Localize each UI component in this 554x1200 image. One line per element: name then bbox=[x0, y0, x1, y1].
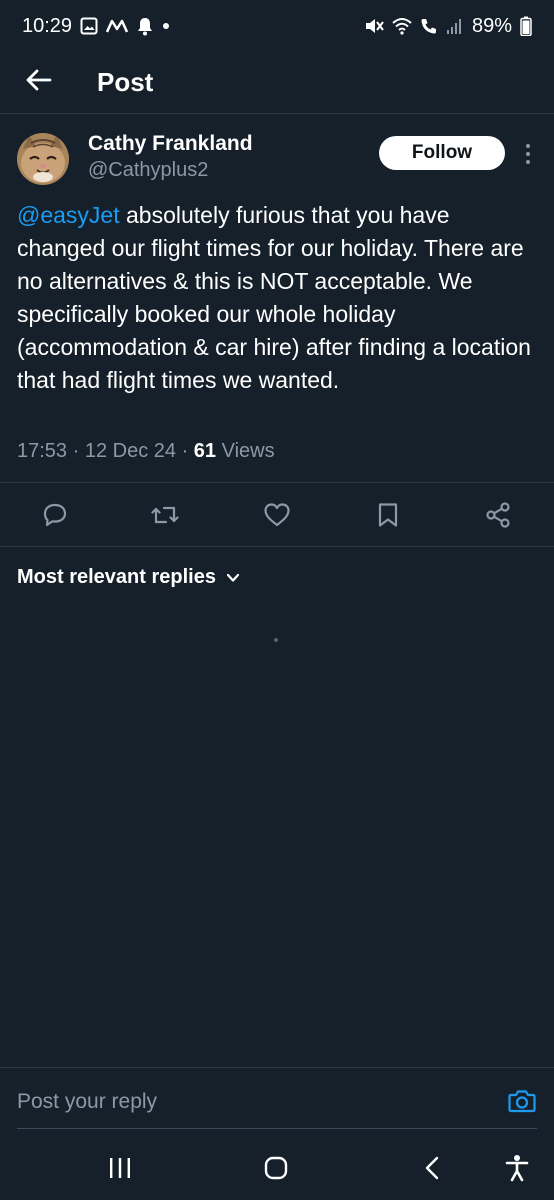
camera-icon[interactable] bbox=[508, 1088, 536, 1116]
reply-input[interactable]: Post your reply bbox=[17, 1090, 157, 1114]
post-author-row: Cathy Frankland @Cathyplus2 Follow bbox=[0, 128, 554, 190]
top-app-bar: Post bbox=[0, 52, 554, 114]
replies-sort-dropdown[interactable]: Most relevant replies bbox=[17, 566, 240, 589]
dot-icon bbox=[162, 22, 170, 30]
page-title: Post bbox=[97, 67, 154, 97]
post-meta: 17:53 · 12 Dec 24 · 61 Views bbox=[17, 440, 275, 463]
follow-button[interactable]: Follow bbox=[379, 136, 505, 170]
arrow-left-icon bbox=[26, 69, 52, 96]
mention-link[interactable]: @easyJet bbox=[17, 202, 120, 228]
meta-separator: · bbox=[176, 440, 194, 462]
avatar[interactable] bbox=[17, 133, 69, 185]
accessibility-icon[interactable] bbox=[502, 1153, 532, 1183]
share-icon[interactable] bbox=[484, 501, 512, 529]
reply-composer: Post your reply bbox=[0, 1067, 554, 1129]
replies-sort-label: Most relevant replies bbox=[17, 566, 216, 588]
wifi-call-icon bbox=[420, 17, 438, 35]
chevron-down-icon bbox=[226, 566, 240, 589]
repost-icon[interactable] bbox=[151, 501, 179, 529]
battery-icon bbox=[520, 16, 532, 36]
system-nav-bar bbox=[0, 1135, 554, 1200]
back-icon[interactable] bbox=[417, 1153, 447, 1183]
status-time: 10:29 bbox=[22, 14, 73, 37]
post-body: @easyJet absolutely furious that you hav… bbox=[17, 199, 542, 397]
reply-underline bbox=[17, 1128, 537, 1129]
gallery-icon bbox=[80, 17, 98, 35]
notification-bell-icon bbox=[136, 16, 154, 36]
wifi-icon bbox=[392, 17, 412, 35]
views-count[interactable]: 61 bbox=[194, 440, 216, 463]
post-text: absolutely furious that you have changed… bbox=[17, 202, 531, 393]
post-date: 12 Dec 24 bbox=[84, 440, 177, 462]
more-options-icon[interactable] bbox=[518, 141, 538, 167]
signal-bars-icon bbox=[446, 17, 464, 35]
back-button[interactable] bbox=[24, 68, 54, 98]
home-icon[interactable] bbox=[261, 1153, 291, 1183]
author-handle[interactable]: @Cathyplus2 bbox=[88, 159, 208, 182]
status-left: 10:29 bbox=[22, 15, 170, 38]
recents-icon[interactable] bbox=[105, 1153, 135, 1183]
status-right: 89% bbox=[364, 15, 532, 38]
loading-indicator bbox=[274, 638, 278, 642]
reply-icon[interactable] bbox=[41, 501, 69, 529]
like-icon[interactable] bbox=[263, 501, 291, 529]
meta-separator: · bbox=[67, 440, 85, 462]
battery-percent: 89% bbox=[471, 14, 512, 37]
post-time: 17:53 bbox=[17, 440, 68, 462]
status-bar: 10:29 89% bbox=[0, 0, 554, 52]
mute-icon bbox=[364, 17, 384, 35]
post-actions bbox=[0, 482, 554, 547]
bookmark-icon[interactable] bbox=[374, 501, 402, 529]
author-name[interactable]: Cathy Frankland bbox=[88, 132, 253, 156]
signal-m-icon bbox=[106, 18, 129, 34]
views-label: Views bbox=[221, 440, 275, 462]
